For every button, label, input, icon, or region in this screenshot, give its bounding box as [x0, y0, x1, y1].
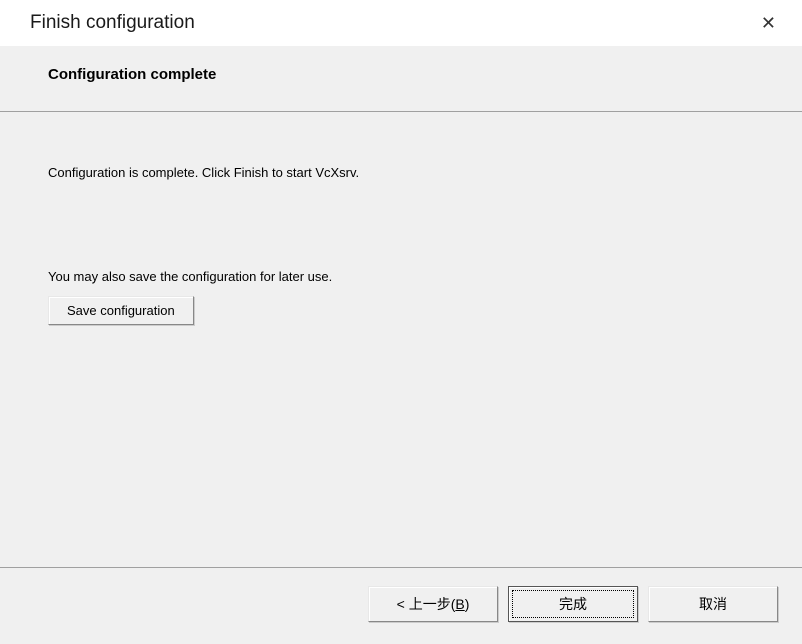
window-title: Finish configuration — [30, 12, 195, 34]
titlebar: Finish configuration ✕ — [0, 0, 802, 46]
completion-message: Configuration is complete. Click Finish … — [48, 164, 754, 182]
wizard-header: Configuration complete — [0, 46, 802, 112]
back-button[interactable]: < 上一步(B) — [368, 586, 498, 622]
wizard-window: Finish configuration ✕ Configuration com… — [0, 0, 802, 644]
back-button-prefix: < 上一步( — [397, 596, 456, 612]
save-configuration-button[interactable]: Save configuration — [48, 296, 194, 325]
wizard-footer: < 上一步(B) 完成 取消 — [0, 568, 802, 644]
back-button-suffix: ) — [465, 596, 470, 612]
cancel-button[interactable]: 取消 — [648, 586, 778, 622]
page-title: Configuration complete — [48, 66, 772, 83]
finish-button[interactable]: 完成 — [508, 586, 638, 622]
wizard-content: Configuration is complete. Click Finish … — [0, 112, 802, 568]
back-button-mnemonic: B — [455, 596, 464, 612]
close-icon[interactable]: ✕ — [753, 10, 784, 36]
save-hint-message: You may also save the configuration for … — [48, 268, 754, 286]
